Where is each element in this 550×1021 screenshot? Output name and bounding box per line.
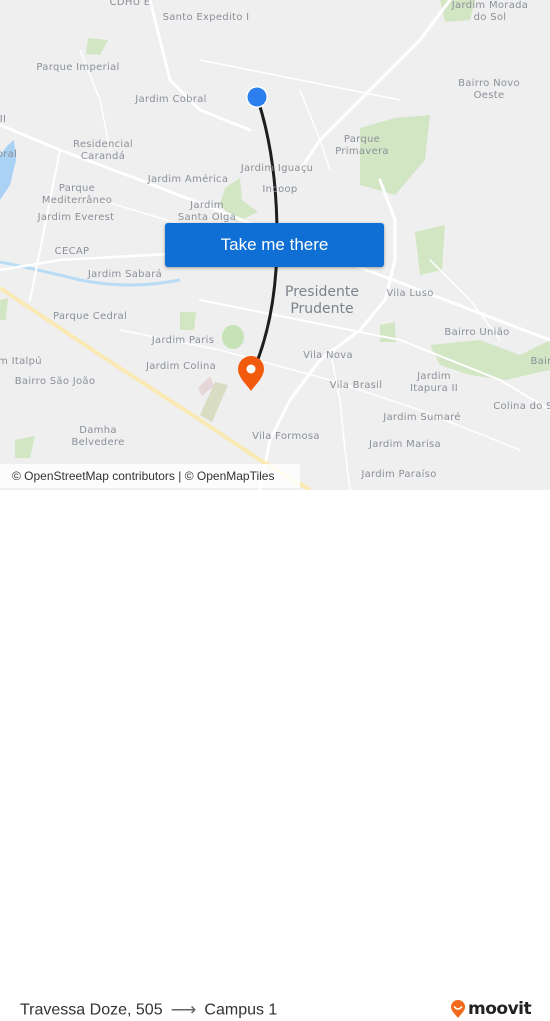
neighborhood-label: Jardim Everest bbox=[37, 212, 115, 223]
neighborhood-label: Parque Imperial bbox=[36, 62, 120, 73]
city-label: Presidente Prudente bbox=[285, 284, 359, 317]
neighborhood-label: Bairro São João bbox=[14, 376, 96, 387]
neighborhood-label: m Italpú bbox=[0, 356, 42, 367]
moovit-logo[interactable]: moovit bbox=[450, 999, 532, 1019]
route-summary: Travessa Doze, 505 ⟶ Campus 1 bbox=[20, 1000, 277, 1021]
neighborhood-label: Jardim Sumaré bbox=[383, 412, 461, 423]
neighborhood-label: Jardim Colina bbox=[145, 361, 217, 372]
neighborhood-label: Bairro União bbox=[444, 327, 510, 338]
neighborhood-label: Vila Brasil bbox=[329, 380, 383, 391]
neighborhood-label: Jardim Sabará bbox=[87, 269, 163, 280]
destination-name: Campus 1 bbox=[204, 1001, 278, 1018]
neighborhood-label: Jardim Morada do Sol bbox=[451, 0, 529, 23]
park-round bbox=[222, 325, 244, 349]
neighborhood-label: Jardim Paraíso bbox=[361, 469, 437, 480]
neighborhood-label: Vila Nova bbox=[303, 350, 353, 361]
origin-marker[interactable] bbox=[247, 87, 267, 107]
neighborhood-label: Vila Formosa bbox=[252, 431, 320, 442]
neighborhood-label: Incoop bbox=[262, 184, 298, 195]
moovit-logo-text: moovit bbox=[468, 999, 532, 1019]
arrow-right-icon: ⟶ bbox=[170, 999, 197, 1020]
neighborhood-label: II bbox=[0, 114, 7, 125]
neighborhood-label: Bairro Novo Oeste bbox=[458, 78, 520, 101]
map-attribution[interactable]: © OpenStreetMap contributors | © OpenMap… bbox=[0, 464, 300, 488]
destination-pin-icon[interactable] bbox=[238, 356, 264, 391]
neighborhood-label: Jardim Itapura II bbox=[410, 371, 458, 394]
neighborhood-label: Damha Belvedere bbox=[71, 425, 125, 448]
neighborhood-label: CDHU E bbox=[109, 0, 151, 8]
moovit-pin-icon bbox=[451, 1000, 465, 1018]
map[interactable]: CDHU E Santo Expedito I Jardim Morada do S… bbox=[0, 0, 550, 490]
neighborhood-label: oral bbox=[0, 149, 18, 160]
origin-name: Travessa Doze, 505 bbox=[20, 1001, 163, 1018]
neighborhood-label: CECAP bbox=[54, 246, 90, 257]
neighborhood-label: Jardim Marisa bbox=[369, 439, 441, 450]
neighborhood-label: Jardim Cobral bbox=[135, 94, 207, 105]
neighborhood-label: Jardim Iguaçu bbox=[240, 163, 314, 174]
neighborhood-label: Jardim América bbox=[147, 174, 229, 185]
highway bbox=[0, 286, 312, 490]
footer: Travessa Doze, 505 ⟶ Campus 1 moovit bbox=[0, 490, 550, 1020]
neighborhood-label: Parque Primavera bbox=[335, 134, 389, 157]
neighborhood-label: Vila Luso bbox=[386, 288, 434, 299]
neighborhood-label: Parque Cedral bbox=[52, 311, 128, 322]
neighborhood-label: Parque Mediterrâneo bbox=[41, 183, 113, 206]
neighborhood-label: Residencial Carandá bbox=[73, 139, 133, 162]
neighborhood-label: Jardim Paris bbox=[151, 335, 215, 346]
take-me-there-button[interactable]: Take me there bbox=[165, 223, 384, 267]
neighborhood-label: Jardim Santa Olga bbox=[177, 200, 237, 223]
neighborhood-label: Colina do S bbox=[493, 401, 550, 412]
neighborhood-label: Santo Expedito I bbox=[162, 12, 250, 23]
neighborhood-label: Bair bbox=[530, 356, 550, 367]
